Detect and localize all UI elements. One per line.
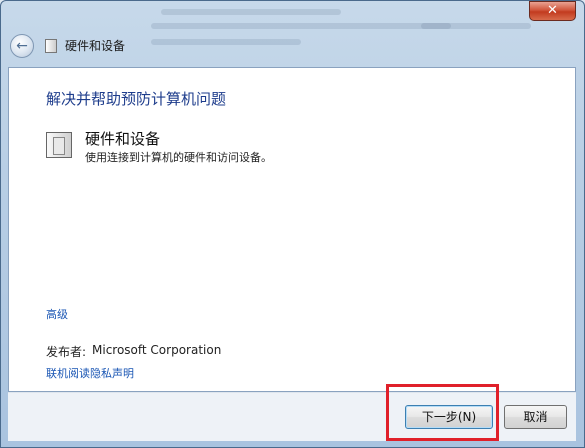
cancel-button[interactable]: 取消 [504, 405, 567, 429]
background-blur-text [161, 9, 341, 15]
background-blur-text [151, 39, 301, 45]
hardware-device-icon [45, 39, 57, 53]
content-panel: 解决并帮助预防计算机问题 硬件和设备 使用连接到计算机的硬件和访问设备。 高级 … [8, 67, 576, 392]
publisher-label: 发布者: [46, 345, 87, 359]
back-button[interactable]: ← [10, 34, 34, 58]
item-description: 使用连接到计算机的硬件和访问设备。 [85, 151, 272, 164]
item-title: 硬件和设备 [85, 130, 161, 148]
hardware-device-icon [46, 132, 72, 158]
highlight-box [386, 384, 499, 441]
background-blur-text [151, 23, 451, 29]
back-arrow-icon: ← [16, 38, 28, 54]
breadcrumb-title: 硬件和设备 [65, 39, 126, 53]
page-heading: 解决并帮助预防计算机问题 [46, 90, 227, 108]
advanced-link[interactable]: 高级 [46, 306, 68, 322]
publisher-value: Microsoft Corporation [92, 343, 222, 357]
close-icon: ✕ [547, 3, 558, 18]
close-button[interactable]: ✕ [529, 1, 576, 21]
background-blur-text [421, 23, 531, 29]
privacy-statement-link[interactable]: 联机阅读隐私声明 [46, 365, 134, 381]
